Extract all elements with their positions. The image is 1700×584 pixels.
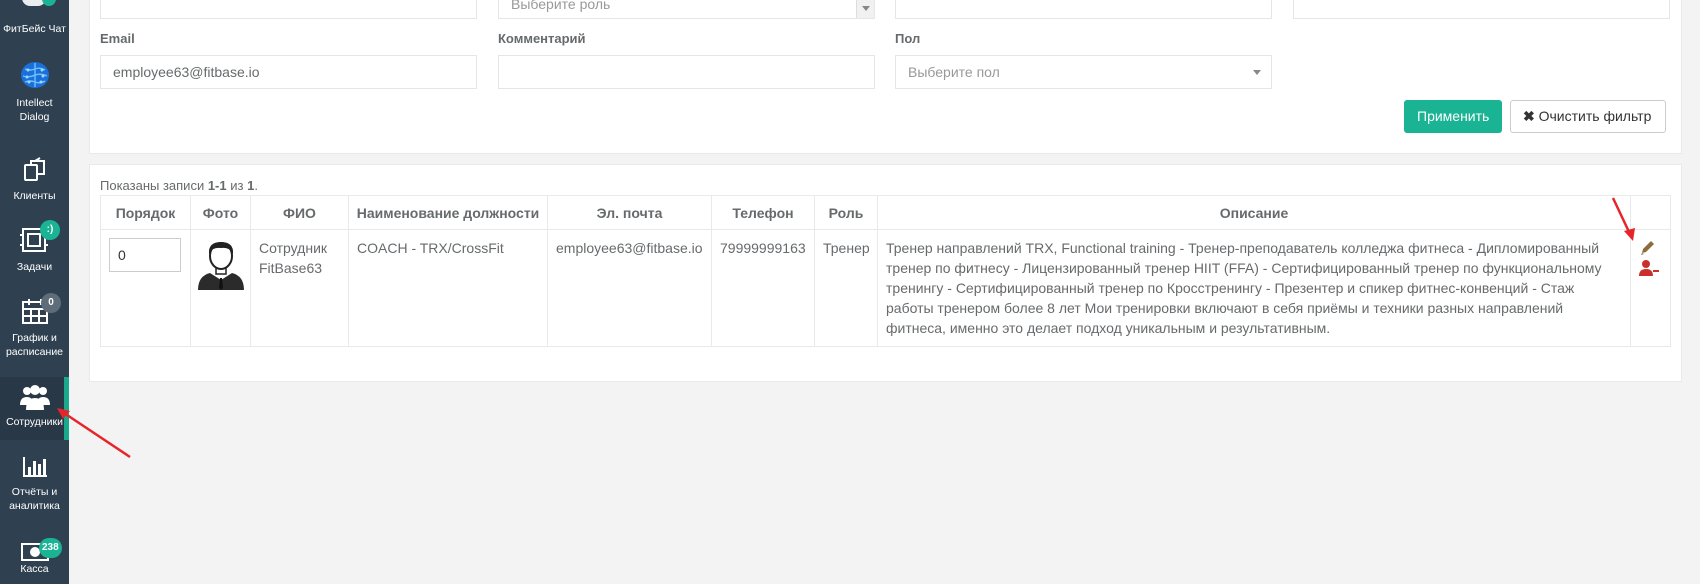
chevron-down-icon bbox=[1253, 70, 1261, 75]
column-header-description: Описание bbox=[877, 195, 1631, 230]
filter-panel: Выберите роль Email Комментарий Пол Выбе… bbox=[89, 0, 1682, 154]
gender-label: Пол bbox=[895, 31, 921, 46]
filter-top-field-1[interactable] bbox=[100, 0, 477, 19]
sidebar-item-label-line2: расписание bbox=[5, 346, 64, 358]
sidebar-item-schedule[interactable]: 0 График и расписание bbox=[0, 293, 69, 361]
column-header-phone[interactable]: Телефон bbox=[711, 195, 815, 230]
filter-top-field-4[interactable] bbox=[1293, 0, 1670, 19]
cashbox-badge: 238 bbox=[39, 538, 62, 558]
summary-suffix: . bbox=[254, 178, 258, 193]
column-header-order[interactable]: Порядок bbox=[100, 195, 191, 230]
sidebar: ФитБейс Чат Intellect Dialog Клиенты:) … bbox=[0, 0, 69, 584]
sidebar-item-label-line1: Intellect bbox=[16, 97, 53, 109]
close-icon: ✖ bbox=[1523, 108, 1535, 124]
schedule-badge: 0 bbox=[41, 293, 61, 313]
summary-prefix: Показаны записи bbox=[100, 178, 208, 193]
chat-badge bbox=[42, 0, 56, 6]
sidebar-item-label: ФитБейс Чат bbox=[3, 23, 66, 35]
bar-chart-icon bbox=[22, 457, 47, 477]
gender-select[interactable]: Выберите пол bbox=[895, 55, 1272, 89]
sidebar-item-cashbox[interactable]: 238 Касса bbox=[0, 538, 69, 584]
remove-user-icon[interactable] bbox=[1639, 259, 1659, 277]
sidebar-item-clients[interactable]: Клиенты bbox=[0, 157, 69, 203]
summary-range: 1-1 bbox=[207, 178, 227, 193]
sidebar-item-label-line1: Отчёты и bbox=[11, 486, 58, 498]
cell-actions bbox=[1630, 229, 1671, 347]
cell-email: employee63@fitbase.io bbox=[547, 229, 712, 347]
sidebar-item-intellect-dialog[interactable]: Intellect Dialog bbox=[0, 60, 69, 130]
email-input[interactable] bbox=[100, 55, 477, 89]
order-input[interactable] bbox=[109, 238, 181, 272]
sidebar-item-label: Сотрудники bbox=[6, 416, 63, 428]
sidebar-item-label-line2: аналитика bbox=[9, 500, 60, 512]
tasks-badge: :) bbox=[40, 220, 60, 240]
cell-phone: 79999999163 bbox=[711, 229, 815, 347]
gender-select-placeholder: Выберите пол bbox=[908, 64, 1000, 80]
sidebar-item-reports[interactable]: Отчёты и аналитика bbox=[0, 455, 69, 517]
role-select[interactable]: Выберите роль bbox=[498, 0, 875, 19]
sidebar-item-label-line2: Dialog bbox=[19, 111, 50, 123]
records-summary: Показаны записи 1-1 из 1. bbox=[100, 178, 258, 193]
comment-label: Комментарий bbox=[498, 31, 586, 46]
apply-button[interactable]: Применить bbox=[1404, 100, 1503, 133]
column-header-actions bbox=[1630, 195, 1671, 230]
table-row: Сотрудник FitBase63 COACH - TRX/CrossFit… bbox=[100, 229, 1671, 347]
cell-role: Тренер bbox=[814, 229, 878, 347]
filter-top-field-3[interactable] bbox=[895, 0, 1272, 19]
sidebar-item-employees[interactable]: Сотрудники bbox=[0, 377, 69, 440]
cell-photo bbox=[190, 229, 251, 347]
sidebar-item-label: Клиенты bbox=[13, 190, 56, 202]
column-header-photo: Фото bbox=[190, 195, 251, 230]
cell-position: COACH - TRX/CrossFit bbox=[348, 229, 548, 347]
clear-filter-button[interactable]: ✖ Очистить фильтр bbox=[1510, 100, 1667, 133]
sidebar-item-label: Касса bbox=[20, 563, 49, 575]
avatar bbox=[198, 242, 244, 290]
summary-middle: из bbox=[226, 178, 248, 193]
users-icon bbox=[19, 385, 50, 410]
sidebar-item-fitbase-chat[interactable]: ФитБейс Чат bbox=[0, 0, 69, 44]
sidebar-item-label: Задачи bbox=[16, 261, 53, 273]
clear-filter-button-label: Очистить фильтр bbox=[1538, 108, 1652, 124]
column-header-position[interactable]: Наименование должности bbox=[348, 195, 548, 230]
role-select-placeholder: Выберите роль bbox=[511, 0, 611, 12]
sidebar-item-label-line1: График и bbox=[12, 332, 57, 344]
pencil-icon[interactable] bbox=[1639, 240, 1657, 256]
employees-table: Порядок Фото ФИО Наименование должности … bbox=[100, 195, 1671, 347]
cell-full-name: Сотрудник FitBase63 bbox=[250, 229, 349, 347]
brain-icon bbox=[20, 62, 49, 88]
clients-icon bbox=[23, 157, 45, 181]
sidebar-item-tasks[interactable]: :) Задачи bbox=[0, 220, 69, 274]
table-header-row: Порядок Фото ФИО Наименование должности … bbox=[100, 195, 1671, 230]
column-header-name[interactable]: ФИО bbox=[250, 195, 349, 230]
chevron-down-icon bbox=[862, 6, 870, 11]
column-header-role[interactable]: Роль bbox=[814, 195, 878, 230]
column-header-email[interactable]: Эл. почта bbox=[547, 195, 712, 230]
apply-button-label: Применить bbox=[1417, 108, 1490, 124]
cell-order bbox=[100, 229, 191, 347]
comment-input[interactable] bbox=[498, 55, 875, 89]
cell-description: Тренер направлений TRX, Functional train… bbox=[877, 229, 1631, 347]
email-label: Email bbox=[100, 31, 135, 46]
